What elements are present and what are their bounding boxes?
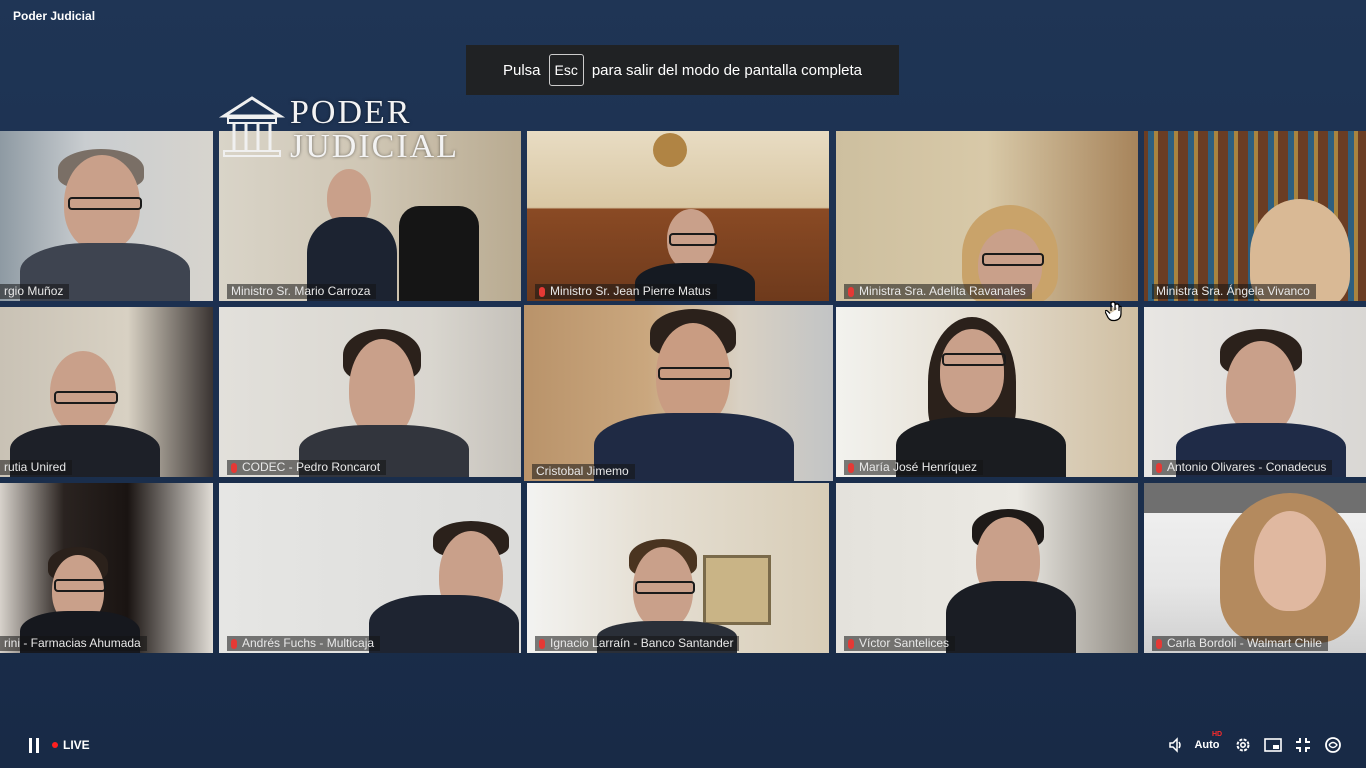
participant-tile[interactable]: CODEC - Pedro Roncarot xyxy=(219,307,521,477)
fullscreen-exit-banner: Pulsa Esc para salir del modo de pantall… xyxy=(466,45,899,95)
participant-tile-active-speaker[interactable]: Cristobal Jimemo xyxy=(524,305,833,481)
hd-badge: HD xyxy=(1212,731,1223,738)
participant-tile[interactable]: Antonio Olivares - Conadecus xyxy=(1144,307,1366,477)
pause-icon[interactable] xyxy=(22,728,46,762)
video-grid: rgio Muñoz Ministro Sr. Mario Carroza Mi… xyxy=(0,131,1366,654)
participant-name-label: Ministra Sra. Adelita Ravanales xyxy=(844,284,1032,299)
participant-tile[interactable]: Ignacio Larraín - Banco Santander xyxy=(527,483,829,653)
participant-name-label: rgio Muñoz xyxy=(0,284,70,299)
banner-prefix: Pulsa xyxy=(502,61,541,79)
logo-line-1: PODER xyxy=(290,94,412,131)
muted-mic-icon xyxy=(539,286,545,297)
participant-name-label: Ministro Sr. Jean Pierre Matus xyxy=(535,284,717,299)
esc-key-hint: Esc xyxy=(548,54,584,86)
muted-mic-icon xyxy=(231,638,237,649)
muted-mic-icon xyxy=(848,638,854,649)
participant-name-label: Carla Bordoli - Walmart Chile xyxy=(1152,636,1328,651)
participant-name-label: María José Henríquez xyxy=(844,460,984,475)
muted-mic-icon xyxy=(231,462,237,473)
poder-judicial-logo: PODER JUDICIAL xyxy=(218,94,468,165)
participant-name-label: CODEC - Pedro Roncarot xyxy=(227,460,387,475)
participant-tile[interactable]: rini - Farmacias Ahumada xyxy=(0,483,213,653)
participant-tile[interactable]: Víctor Santelices xyxy=(836,483,1138,653)
muted-mic-icon xyxy=(539,638,545,649)
participant-name-label: Ministro Sr. Mario Carroza xyxy=(227,284,377,299)
participant-name-label: Víctor Santelices xyxy=(844,636,956,651)
participant-tile[interactable]: Andrés Fuchs - Multicaja xyxy=(219,483,521,653)
participant-name-label: rutia Unired xyxy=(0,460,73,475)
participant-tile[interactable]: María José Henríquez xyxy=(836,307,1138,477)
participant-name-label: Ministra Sra. Ángela Vivanco xyxy=(1152,284,1316,299)
live-label: LIVE xyxy=(63,738,90,752)
quality-label: Auto xyxy=(1194,739,1220,751)
settings-gear-icon[interactable] xyxy=(1232,728,1254,762)
muted-mic-icon xyxy=(1156,462,1162,473)
participant-tile[interactable]: rutia Unired xyxy=(0,307,213,477)
brand-icon[interactable] xyxy=(1322,728,1344,762)
logo-line-2: JUDICIAL xyxy=(290,128,459,165)
participant-name-label: Cristobal Jimemo xyxy=(532,464,635,479)
participant-tile[interactable]: Carla Bordoli - Walmart Chile xyxy=(1144,483,1366,653)
participant-tile[interactable]: Ministra Sra. Adelita Ravanales xyxy=(836,131,1138,301)
courthouse-logo-icon xyxy=(218,96,286,157)
participant-tile[interactable]: rgio Muñoz xyxy=(0,131,213,301)
exit-fullscreen-icon[interactable] xyxy=(1292,728,1314,762)
hand-cursor-icon xyxy=(1105,301,1122,322)
volume-icon[interactable] xyxy=(1165,728,1187,762)
muted-mic-icon xyxy=(848,286,854,297)
participant-tile[interactable]: Ministra Sra. Ángela Vivanco xyxy=(1144,131,1366,301)
muted-mic-icon xyxy=(848,462,854,473)
quality-selector[interactable]: Auto HD xyxy=(1192,728,1222,762)
participant-name-label: Ignacio Larraín - Banco Santander xyxy=(535,636,740,651)
live-indicator[interactable]: LIVE xyxy=(52,728,90,762)
player-controls: LIVE Auto HD xyxy=(0,728,1366,762)
participant-name-label: Andrés Fuchs - Multicaja xyxy=(227,636,381,651)
channel-title: Poder Judicial xyxy=(13,9,96,23)
participant-tile[interactable]: Ministro Sr. Jean Pierre Matus xyxy=(527,131,829,301)
miniplayer-icon[interactable] xyxy=(1262,728,1284,762)
participant-name-label: Antonio Olivares - Conadecus xyxy=(1152,460,1333,475)
participant-name-label: rini - Farmacias Ahumada xyxy=(0,636,147,651)
banner-suffix: para salir del modo de pantalla completa xyxy=(591,61,863,79)
live-dot-icon xyxy=(52,742,58,748)
muted-mic-icon xyxy=(1156,638,1162,649)
